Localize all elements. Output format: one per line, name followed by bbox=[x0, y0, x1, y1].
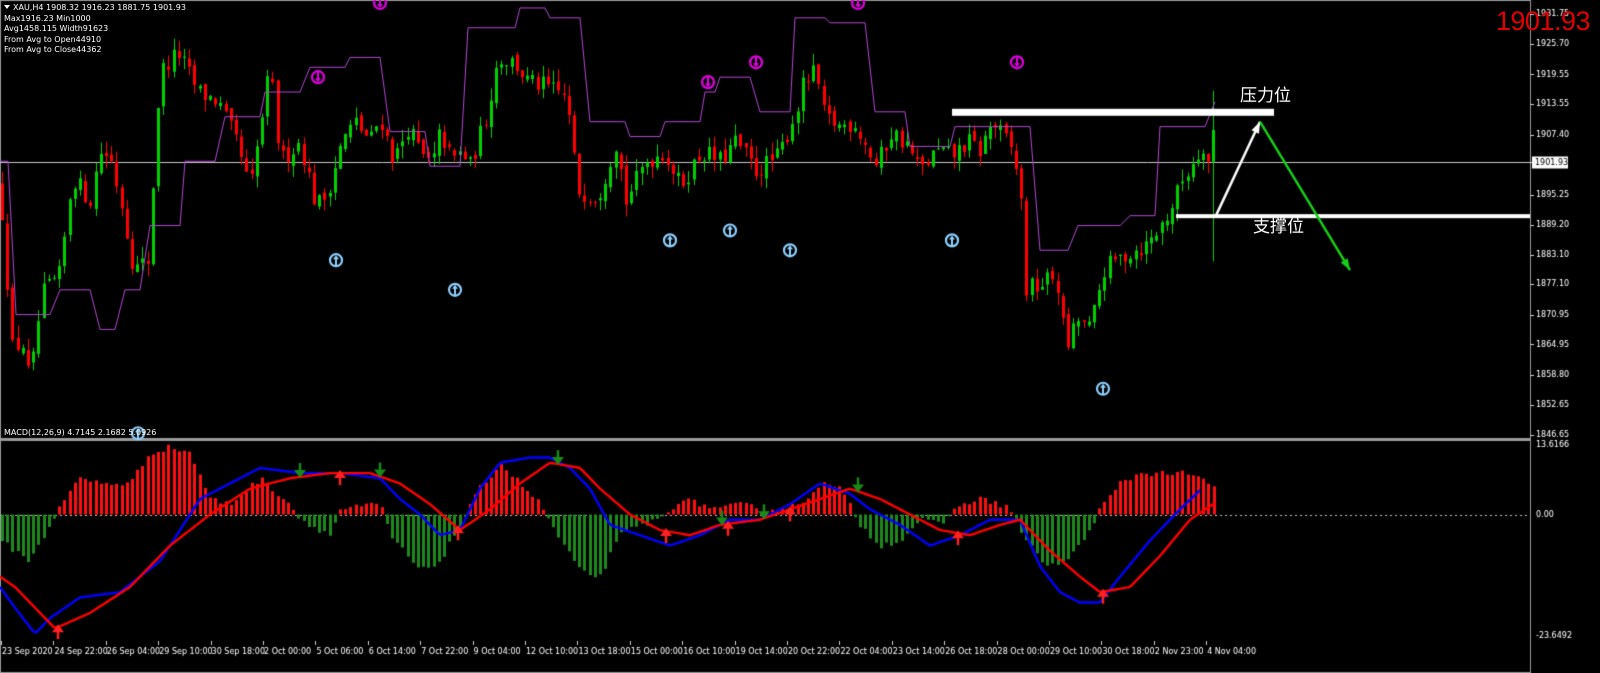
support-label: 支撑位 bbox=[1253, 217, 1304, 237]
symbol-label: XAU,H4 bbox=[13, 3, 44, 12]
current-price-display: 1901.93 bbox=[1495, 6, 1591, 36]
dropdown-triangle-icon[interactable] bbox=[4, 5, 10, 9]
macd-indicator-label: MACD(12,26,9) 4.7145 2.1682 5.0926 bbox=[4, 428, 157, 437]
info-line-5: From Avg to Close44362 bbox=[4, 45, 102, 55]
info-line-3: Avg1458.115 Width91623 bbox=[4, 24, 109, 34]
chart-info-panel: XAU,H4 1908.32 1916.23 1881.75 1901.93 M… bbox=[4, 3, 186, 56]
info-line-4: From Avg to Open44910 bbox=[4, 34, 102, 44]
info-line-2: Max1916.23 Min1000 bbox=[4, 13, 91, 23]
symbol-row: XAU,H4 1908.32 1916.23 1881.75 1901.93 bbox=[4, 3, 186, 14]
price-chart-canvas[interactable] bbox=[0, 0, 1600, 673]
resistance-label: 压力位 bbox=[1240, 86, 1291, 106]
ohlc-values: 1908.32 1916.23 1881.75 1901.93 bbox=[46, 3, 186, 12]
